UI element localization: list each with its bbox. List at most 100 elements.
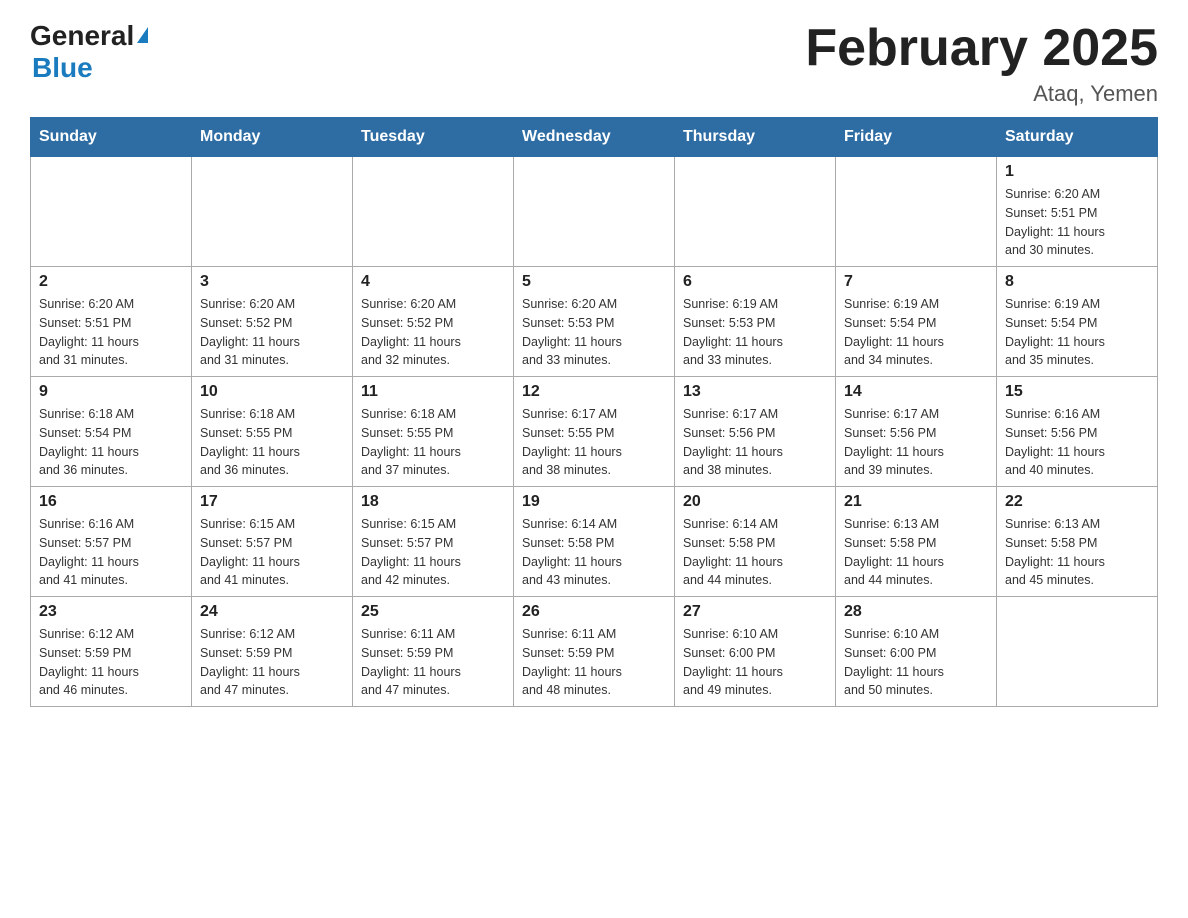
day-info: Sunrise: 6:20 AMSunset: 5:53 PMDaylight:… xyxy=(522,295,666,370)
day-number: 13 xyxy=(683,383,827,401)
calendar-day-cell: 14 Sunrise: 6:17 AMSunset: 5:56 PMDayligh… xyxy=(836,377,997,487)
logo-general-text: General xyxy=(30,20,134,52)
calendar-day-cell: 26 Sunrise: 6:11 AMSunset: 5:59 PMDayligh… xyxy=(514,597,675,707)
calendar-day-cell: 23 Sunrise: 6:12 AMSunset: 5:59 PMDayligh… xyxy=(31,597,192,707)
day-info: Sunrise: 6:14 AMSunset: 5:58 PMDaylight:… xyxy=(683,515,827,590)
day-number: 19 xyxy=(522,493,666,511)
day-number: 1 xyxy=(1005,163,1149,181)
calendar-day-cell: 1Sunrise: 6:20 AMSunset: 5:51 PMDaylight… xyxy=(997,157,1158,267)
calendar-day-cell: 24 Sunrise: 6:12 AMSunset: 5:59 PMDayligh… xyxy=(192,597,353,707)
day-number: 3 xyxy=(200,273,344,291)
calendar-day-cell: 6 Sunrise: 6:19 AMSunset: 5:53 PMDaylight… xyxy=(675,267,836,377)
calendar-table: Sunday Monday Tuesday Wednesday Thursday… xyxy=(30,117,1158,707)
day-number: 21 xyxy=(844,493,988,511)
day-number: 4 xyxy=(361,273,505,291)
day-number: 14 xyxy=(844,383,988,401)
day-info: Sunrise: 6:10 AMSunset: 6:00 PMDaylight:… xyxy=(683,625,827,700)
calendar-header-row: Sunday Monday Tuesday Wednesday Thursday… xyxy=(31,118,1158,157)
day-number: 16 xyxy=(39,493,183,511)
day-info: Sunrise: 6:20 AMSunset: 5:52 PMDaylight:… xyxy=(361,295,505,370)
day-info: Sunrise: 6:19 AMSunset: 5:54 PMDaylight:… xyxy=(1005,295,1149,370)
calendar-day-cell: 22Sunrise: 6:13 AMSunset: 5:58 PMDayligh… xyxy=(997,487,1158,597)
calendar-day-cell xyxy=(675,157,836,267)
day-number: 2 xyxy=(39,273,183,291)
calendar-day-cell xyxy=(353,157,514,267)
calendar-day-cell: 20 Sunrise: 6:14 AMSunset: 5:58 PMDayligh… xyxy=(675,487,836,597)
calendar-day-cell: 10 Sunrise: 6:18 AMSunset: 5:55 PMDayligh… xyxy=(192,377,353,487)
day-number: 26 xyxy=(522,603,666,621)
day-info: Sunrise: 6:12 AMSunset: 5:59 PMDaylight:… xyxy=(39,625,183,700)
day-info: Sunrise: 6:18 AMSunset: 5:55 PMDaylight:… xyxy=(361,405,505,480)
day-number: 8 xyxy=(1005,273,1149,291)
calendar-day-cell xyxy=(192,157,353,267)
calendar-day-cell: 13Sunrise: 6:17 AMSunset: 5:56 PMDayligh… xyxy=(675,377,836,487)
day-number: 28 xyxy=(844,603,988,621)
day-info: Sunrise: 6:15 AMSunset: 5:57 PMDaylight:… xyxy=(200,515,344,590)
day-number: 17 xyxy=(200,493,344,511)
calendar-day-cell: 21 Sunrise: 6:13 AMSunset: 5:58 PMDayligh… xyxy=(836,487,997,597)
calendar-day-cell: 2Sunrise: 6:20 AMSunset: 5:51 PMDaylight… xyxy=(31,267,192,377)
calendar-day-cell: 28 Sunrise: 6:10 AMSunset: 6:00 PMDayligh… xyxy=(836,597,997,707)
day-number: 7 xyxy=(844,273,988,291)
location-text: Ataq, Yemen xyxy=(805,81,1158,107)
calendar-day-cell: 8 Sunrise: 6:19 AMSunset: 5:54 PMDaylight… xyxy=(997,267,1158,377)
day-info: Sunrise: 6:17 AMSunset: 5:55 PMDaylight:… xyxy=(522,405,666,480)
day-number: 27 xyxy=(683,603,827,621)
day-info: Sunrise: 6:19 AMSunset: 5:54 PMDaylight:… xyxy=(844,295,988,370)
day-number: 9 xyxy=(39,383,183,401)
calendar-day-cell: 25Sunrise: 6:11 AMSunset: 5:59 PMDayligh… xyxy=(353,597,514,707)
calendar-day-cell xyxy=(997,597,1158,707)
col-monday: Monday xyxy=(192,118,353,157)
day-info: Sunrise: 6:11 AMSunset: 5:59 PMDaylight:… xyxy=(522,625,666,700)
logo-blue-text: Blue xyxy=(32,52,93,84)
day-info: Sunrise: 6:17 AMSunset: 5:56 PMDaylight:… xyxy=(844,405,988,480)
day-info: Sunrise: 6:19 AMSunset: 5:53 PMDaylight:… xyxy=(683,295,827,370)
calendar-day-cell: 15 Sunrise: 6:16 AMSunset: 5:56 PMDayligh… xyxy=(997,377,1158,487)
logo: General Blue xyxy=(30,20,148,84)
day-number: 24 xyxy=(200,603,344,621)
month-title: February 2025 xyxy=(805,20,1158,77)
day-info: Sunrise: 6:20 AMSunset: 5:52 PMDaylight:… xyxy=(200,295,344,370)
calendar-day-cell: 7 Sunrise: 6:19 AMSunset: 5:54 PMDaylight… xyxy=(836,267,997,377)
day-number: 20 xyxy=(683,493,827,511)
calendar-day-cell: 18Sunrise: 6:15 AMSunset: 5:57 PMDayligh… xyxy=(353,487,514,597)
calendar-day-cell: 17 Sunrise: 6:15 AMSunset: 5:57 PMDayligh… xyxy=(192,487,353,597)
day-info: Sunrise: 6:13 AMSunset: 5:58 PMDaylight:… xyxy=(844,515,988,590)
day-number: 11 xyxy=(361,383,505,401)
day-number: 15 xyxy=(1005,383,1149,401)
calendar-week-row: 9 Sunrise: 6:18 AMSunset: 5:54 PMDaylight… xyxy=(31,377,1158,487)
calendar-day-cell: 11 Sunrise: 6:18 AMSunset: 5:55 PMDayligh… xyxy=(353,377,514,487)
day-info: Sunrise: 6:18 AMSunset: 5:54 PMDaylight:… xyxy=(39,405,183,480)
day-number: 23 xyxy=(39,603,183,621)
col-sunday: Sunday xyxy=(31,118,192,157)
calendar-day-cell: 19 Sunrise: 6:14 AMSunset: 5:58 PMDayligh… xyxy=(514,487,675,597)
day-number: 10 xyxy=(200,383,344,401)
day-info: Sunrise: 6:18 AMSunset: 5:55 PMDaylight:… xyxy=(200,405,344,480)
day-info: Sunrise: 6:12 AMSunset: 5:59 PMDaylight:… xyxy=(200,625,344,700)
logo-triangle-icon xyxy=(137,27,148,43)
day-number: 22 xyxy=(1005,493,1149,511)
col-tuesday: Tuesday xyxy=(353,118,514,157)
calendar-week-row: 16 Sunrise: 6:16 AMSunset: 5:57 PMDayligh… xyxy=(31,487,1158,597)
col-friday: Friday xyxy=(836,118,997,157)
page-header: General Blue February 2025 Ataq, Yemen xyxy=(30,20,1158,107)
day-info: Sunrise: 6:16 AMSunset: 5:57 PMDaylight:… xyxy=(39,515,183,590)
calendar-day-cell: 5 Sunrise: 6:20 AMSunset: 5:53 PMDaylight… xyxy=(514,267,675,377)
calendar-week-row: 23 Sunrise: 6:12 AMSunset: 5:59 PMDayligh… xyxy=(31,597,1158,707)
calendar-day-cell: 9 Sunrise: 6:18 AMSunset: 5:54 PMDaylight… xyxy=(31,377,192,487)
calendar-day-cell: 3 Sunrise: 6:20 AMSunset: 5:52 PMDaylight… xyxy=(192,267,353,377)
day-number: 6 xyxy=(683,273,827,291)
col-wednesday: Wednesday xyxy=(514,118,675,157)
calendar-day-cell xyxy=(31,157,192,267)
day-info: Sunrise: 6:14 AMSunset: 5:58 PMDaylight:… xyxy=(522,515,666,590)
calendar-day-cell: 12Sunrise: 6:17 AMSunset: 5:55 PMDayligh… xyxy=(514,377,675,487)
calendar-week-row: 1Sunrise: 6:20 AMSunset: 5:51 PMDaylight… xyxy=(31,157,1158,267)
day-number: 5 xyxy=(522,273,666,291)
calendar-day-cell: 16 Sunrise: 6:16 AMSunset: 5:57 PMDayligh… xyxy=(31,487,192,597)
day-info: Sunrise: 6:16 AMSunset: 5:56 PMDaylight:… xyxy=(1005,405,1149,480)
calendar-day-cell: 27 Sunrise: 6:10 AMSunset: 6:00 PMDayligh… xyxy=(675,597,836,707)
calendar-day-cell xyxy=(836,157,997,267)
title-section: February 2025 Ataq, Yemen xyxy=(805,20,1158,107)
day-info: Sunrise: 6:11 AMSunset: 5:59 PMDaylight:… xyxy=(361,625,505,700)
day-info: Sunrise: 6:10 AMSunset: 6:00 PMDaylight:… xyxy=(844,625,988,700)
